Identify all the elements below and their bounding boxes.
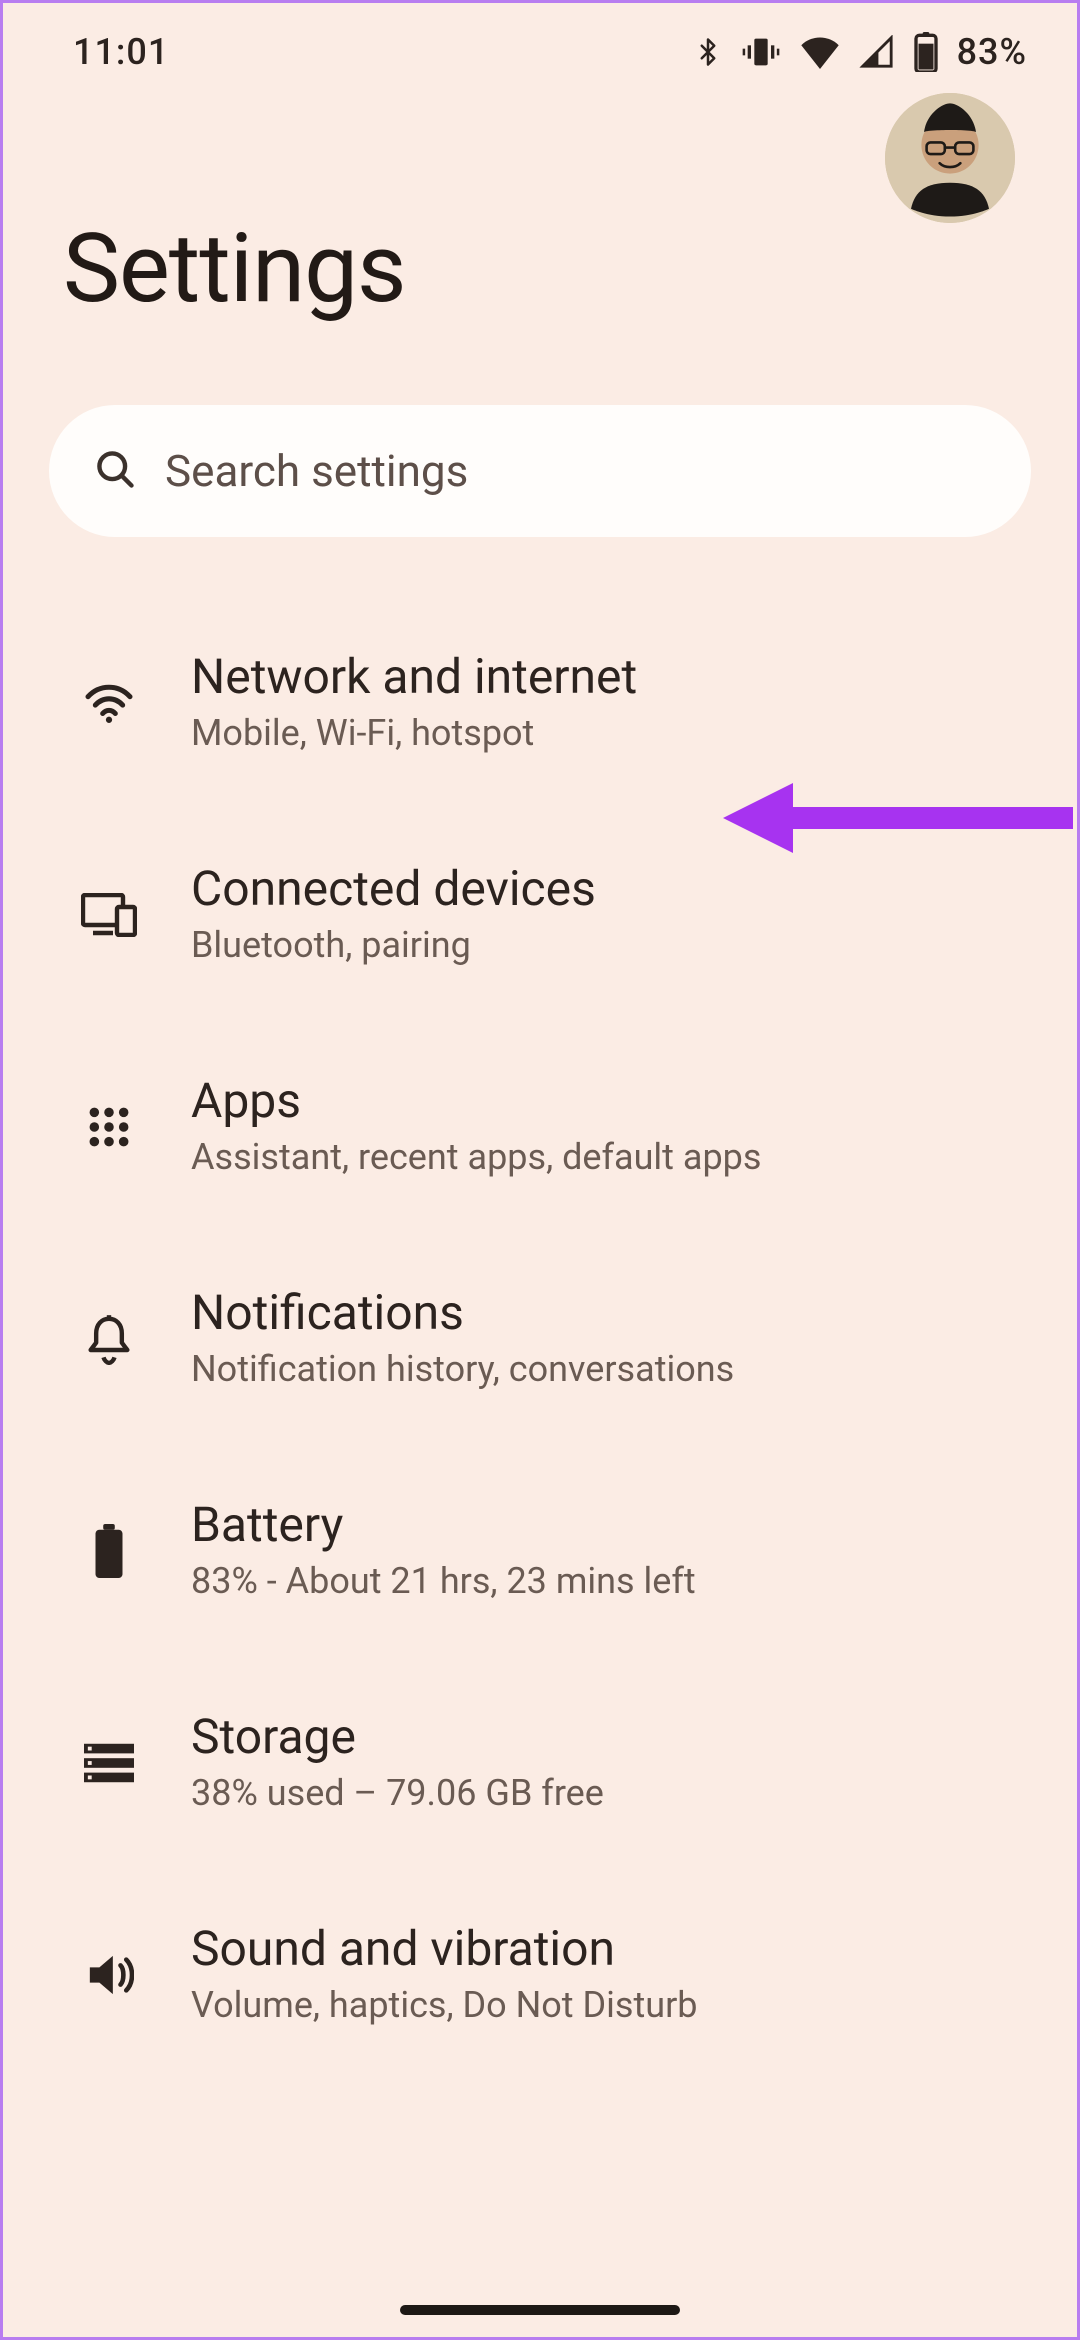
item-sub: 83% - About 21 hrs, 23 mins left	[191, 1558, 1017, 1605]
item-title: Storage	[191, 1709, 1017, 1764]
item-notifications[interactable]: Notifications Notification history, conv…	[3, 1233, 1077, 1445]
item-sound[interactable]: Sound and vibration Volume, haptics, Do …	[3, 1869, 1077, 2081]
item-battery[interactable]: Battery 83% - About 21 hrs, 23 mins left	[3, 1445, 1077, 1657]
settings-list: Network and internet Mobile, Wi-Fi, hots…	[3, 597, 1077, 2121]
wifi-status-icon	[799, 35, 841, 69]
status-time: 11:01	[73, 31, 169, 73]
status-icons: 83%	[693, 31, 1027, 73]
battery-icon	[79, 1524, 139, 1578]
search-placeholder: Search settings	[165, 445, 468, 497]
item-storage[interactable]: Storage 38% used – 79.06 GB free	[3, 1657, 1077, 1869]
item-sub: 38% used – 79.06 GB free	[191, 1770, 1017, 1817]
vibrate-icon	[741, 32, 781, 72]
profile-avatar[interactable]	[885, 93, 1015, 223]
search-input[interactable]: Search settings	[49, 405, 1031, 537]
item-network[interactable]: Network and internet Mobile, Wi-Fi, hots…	[3, 597, 1077, 809]
sound-icon	[79, 1952, 139, 1998]
nav-handle[interactable]	[400, 2305, 680, 2315]
battery-status-icon	[913, 32, 939, 72]
item-apps[interactable]: Apps Assistant, recent apps, default app…	[3, 1021, 1077, 1233]
devices-icon	[79, 893, 139, 937]
battery-percent: 83%	[957, 31, 1027, 73]
apps-icon	[79, 1105, 139, 1149]
item-title: Connected devices	[191, 861, 1017, 916]
status-bar: 11:01 83%	[3, 3, 1077, 73]
signal-icon	[859, 35, 895, 69]
item-sub: Bluetooth, pairing	[191, 922, 1017, 969]
item-title: Apps	[191, 1073, 1017, 1128]
bell-icon	[79, 1313, 139, 1365]
page-title: Settings	[63, 213, 1017, 325]
item-sub: Notification history, conversations	[191, 1346, 1017, 1393]
item-title: Network and internet	[191, 649, 1017, 704]
item-title: Sound and vibration	[191, 1921, 1017, 1976]
item-sub: Mobile, Wi-Fi, hotspot	[191, 710, 1017, 757]
bluetooth-icon	[693, 32, 723, 72]
item-sub: Volume, haptics, Do Not Disturb	[191, 1982, 1017, 2029]
item-title: Battery	[191, 1497, 1017, 1552]
item-sub: Assistant, recent apps, default apps	[191, 1134, 1017, 1181]
item-title: Notifications	[191, 1285, 1017, 1340]
search-icon	[93, 447, 137, 495]
item-connected-devices[interactable]: Connected devices Bluetooth, pairing	[3, 809, 1077, 1021]
storage-icon	[79, 1743, 139, 1783]
header: Settings	[3, 73, 1077, 405]
wifi-icon	[79, 682, 139, 724]
